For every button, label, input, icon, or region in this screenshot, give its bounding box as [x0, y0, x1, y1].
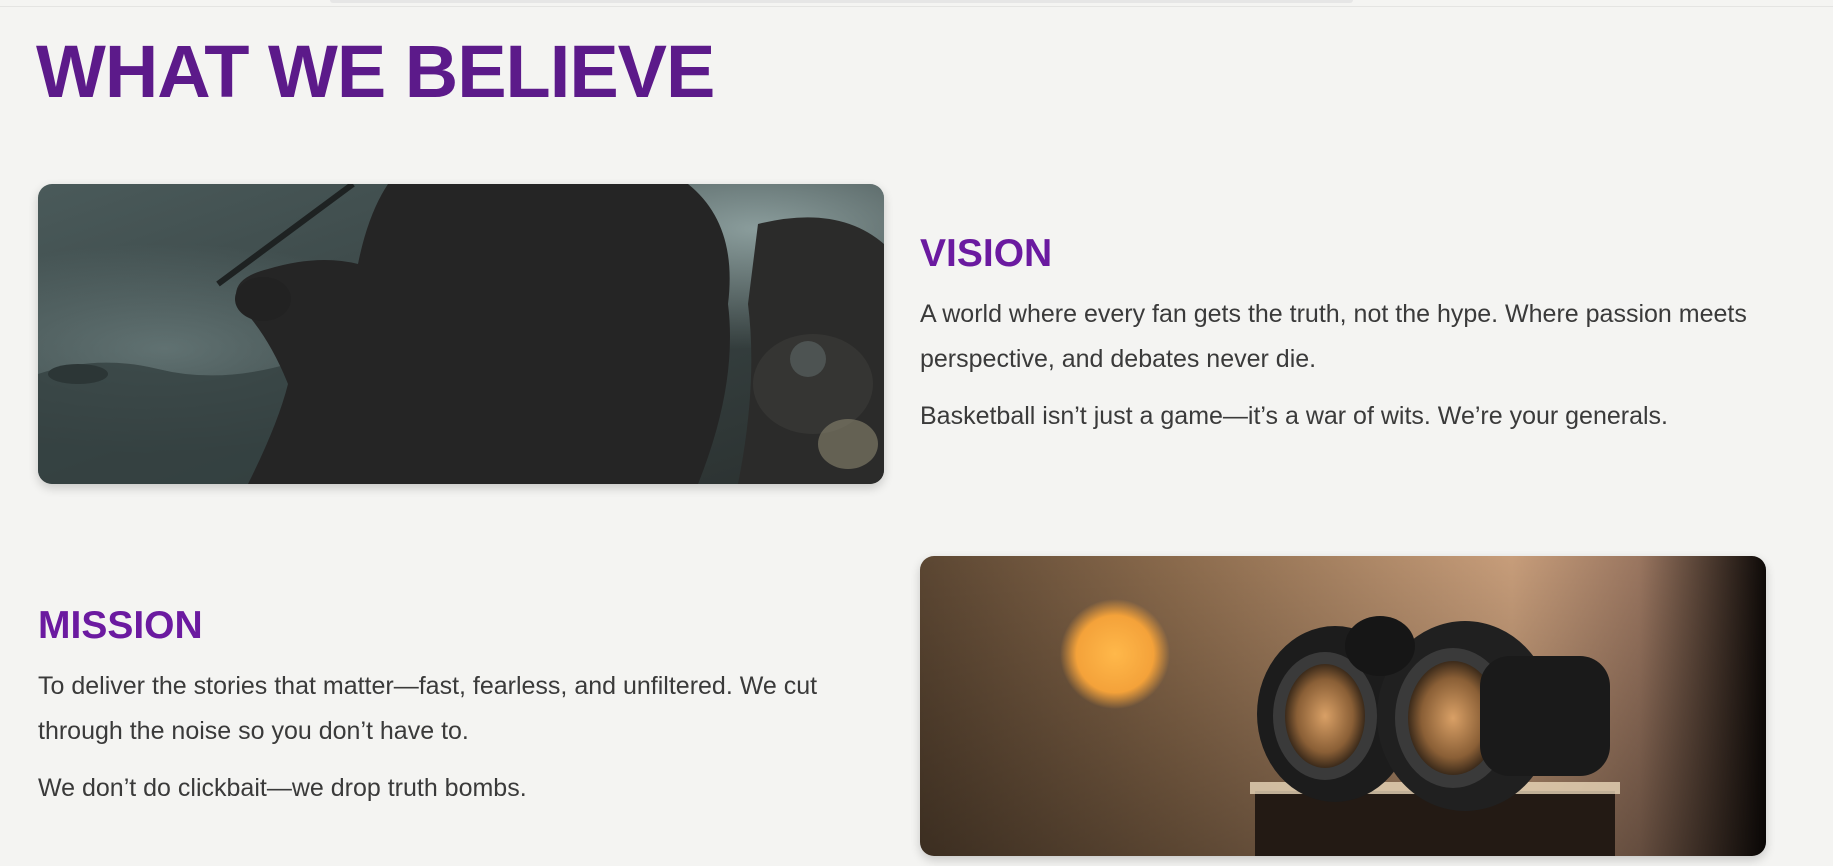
binoculars-photo	[920, 556, 1766, 856]
vision-content: VISION A world where every fan gets the …	[920, 228, 1760, 451]
mission-heading: MISSION	[38, 604, 203, 647]
mission-image	[920, 556, 1766, 856]
top-divider	[0, 6, 1833, 7]
mission-content: MISSION To deliver the stories that matt…	[38, 600, 898, 823]
vision-paragraph-2: Basketball isn’t just a game—it’s a war …	[920, 402, 1668, 430]
archer-silhouette-photo	[38, 184, 884, 484]
vision-image	[38, 184, 884, 484]
top-scroll-tab	[330, 0, 1353, 3]
vision-paragraph-1: A world where every fan gets the truth, …	[920, 300, 1747, 373]
page-title: WHAT WE BELIEVE	[36, 30, 715, 113]
mission-paragraph-2: We don’t do clickbait—we drop truth bomb…	[38, 774, 527, 802]
vision-heading: VISION	[920, 232, 1053, 275]
mission-paragraph-1: To deliver the stories that matter—fast,…	[38, 672, 818, 745]
